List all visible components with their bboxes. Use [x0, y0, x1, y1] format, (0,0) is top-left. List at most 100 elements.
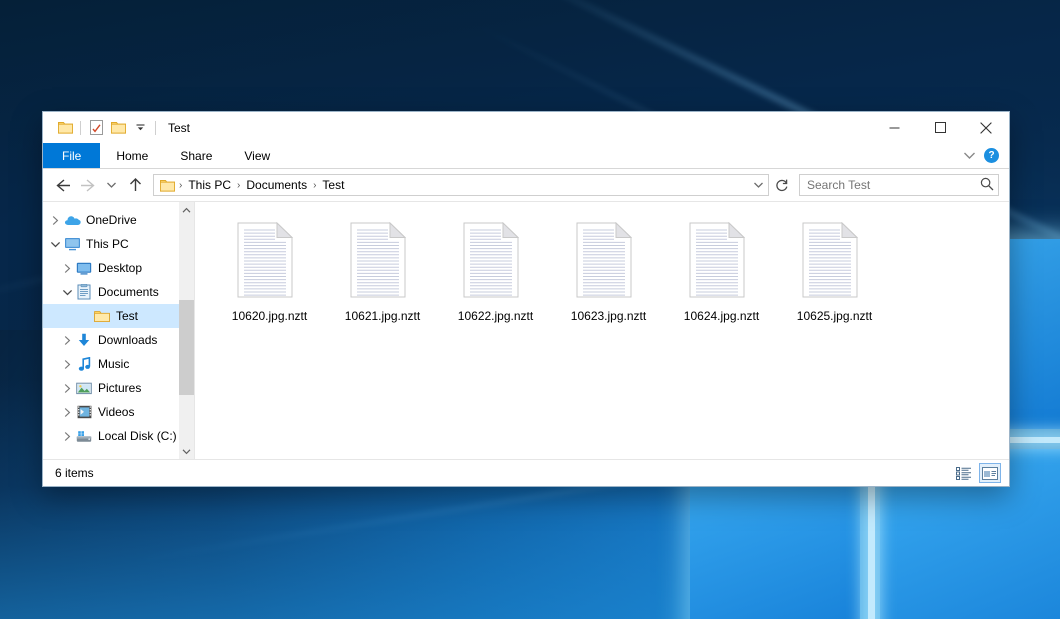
- maximize-button[interactable]: [917, 112, 963, 143]
- scroll-up-icon[interactable]: [179, 202, 194, 218]
- sidebar-item-music[interactable]: Music: [43, 352, 194, 376]
- details-view-button[interactable]: [953, 463, 975, 483]
- properties-icon[interactable]: [85, 117, 107, 139]
- generic-file-icon: [689, 222, 755, 302]
- address-folder-icon: [160, 179, 175, 192]
- file-name-label: 10623.jpg.nztt: [571, 309, 646, 323]
- view-mode-buttons: [953, 463, 1001, 483]
- tab-file[interactable]: File: [43, 143, 100, 168]
- sidebar-item-this-pc[interactable]: This PC: [43, 232, 194, 256]
- navigation-scrollbar[interactable]: [179, 202, 194, 459]
- sidebar-item-pictures[interactable]: Pictures: [43, 376, 194, 400]
- file-name-label: 10621.jpg.nztt: [345, 309, 420, 323]
- chevron-right-icon[interactable]: [59, 356, 75, 372]
- status-bar: 6 items: [43, 459, 1009, 486]
- item-count-label: 6 items: [55, 466, 94, 480]
- file-name-label: 10624.jpg.nztt: [684, 309, 759, 323]
- file-item[interactable]: 10625.jpg.nztt: [778, 216, 891, 323]
- sidebar-item-local-disk-c[interactable]: Local Disk (C:): [43, 424, 194, 448]
- chevron-right-icon[interactable]: [59, 260, 75, 276]
- music-icon: [75, 356, 93, 372]
- back-button[interactable]: [51, 173, 75, 197]
- sidebar-item-documents[interactable]: Documents: [43, 280, 194, 304]
- search-icon[interactable]: [980, 177, 994, 194]
- up-button[interactable]: [123, 173, 147, 197]
- help-icon[interactable]: ?: [984, 148, 999, 163]
- file-name-label: 10620.jpg.nztt: [232, 309, 307, 323]
- sidebar-item-test[interactable]: Test: [43, 304, 194, 328]
- file-list-view[interactable]: 10620.jpg.nztt 10621.jpg.nztt 10622.jpg.nz…: [195, 202, 1009, 459]
- breadcrumb-test[interactable]: Test: [318, 178, 348, 192]
- file-grid: 10620.jpg.nztt 10621.jpg.nztt 10622.jpg.nz…: [195, 202, 1009, 323]
- minimize-button[interactable]: [871, 112, 917, 143]
- toolbar-separator: [155, 121, 156, 135]
- sidebar-item-videos[interactable]: Videos: [43, 400, 194, 424]
- chevron-right-icon[interactable]: [59, 380, 75, 396]
- quick-access-toolbar: [43, 117, 160, 139]
- tab-share[interactable]: Share: [164, 143, 228, 168]
- chevron-right-icon[interactable]: [59, 428, 75, 444]
- title-bar: Test: [43, 112, 1009, 143]
- cloud-icon: [63, 212, 81, 228]
- address-toolbar: › This PC › Documents › Test: [43, 169, 1009, 201]
- generic-file-icon: [350, 222, 416, 302]
- chevron-right-icon[interactable]: [59, 404, 75, 420]
- recent-locations-chevron-icon[interactable]: [99, 173, 123, 197]
- breadcrumb-documents[interactable]: Documents: [242, 178, 311, 192]
- breadcrumb: › This PC › Documents › Test: [177, 178, 748, 192]
- file-item[interactable]: 10621.jpg.nztt: [326, 216, 439, 323]
- forward-button[interactable]: [75, 173, 99, 197]
- breadcrumb-separator: ›: [177, 180, 184, 191]
- file-item[interactable]: 10622.jpg.nztt: [439, 216, 552, 323]
- chevron-down-icon[interactable]: [47, 236, 63, 252]
- document-icon: [75, 284, 93, 300]
- monitor-icon: [63, 236, 81, 252]
- breadcrumb-this-pc[interactable]: This PC: [184, 178, 235, 192]
- sidebar-item-label: This PC: [86, 237, 129, 251]
- sidebar-item-label: Local Disk (C:): [98, 429, 177, 443]
- download-icon: [75, 332, 93, 348]
- chevron-placeholder: [77, 308, 93, 324]
- expand-ribbon-chevron-icon[interactable]: [963, 149, 976, 163]
- search-input[interactable]: [807, 178, 980, 192]
- file-name-label: 10622.jpg.nztt: [458, 309, 533, 323]
- chevron-right-icon[interactable]: [47, 212, 63, 228]
- drive-icon: [75, 428, 93, 444]
- generic-file-icon: [237, 222, 303, 302]
- sidebar-item-label: Documents: [98, 285, 159, 299]
- chevron-down-icon[interactable]: [129, 117, 151, 139]
- tab-home[interactable]: Home: [100, 143, 164, 168]
- large-icons-view-button[interactable]: [979, 463, 1001, 483]
- breadcrumb-separator: ›: [311, 180, 318, 191]
- sidebar-item-label: Pictures: [98, 381, 141, 395]
- file-item[interactable]: 10624.jpg.nztt: [665, 216, 778, 323]
- scrollbar-thumb[interactable]: [179, 300, 194, 395]
- sidebar-item-label: Music: [98, 357, 129, 371]
- search-box[interactable]: [799, 174, 999, 196]
- ribbon-tab-strip: File Home Share View ?: [43, 143, 1009, 169]
- folder-icon[interactable]: [54, 117, 76, 139]
- close-button[interactable]: [963, 112, 1009, 143]
- sidebar-item-label: Desktop: [98, 261, 142, 275]
- sidebar-item-onedrive[interactable]: OneDrive: [43, 208, 194, 232]
- chevron-right-icon[interactable]: [59, 332, 75, 348]
- refresh-icon[interactable]: [771, 174, 793, 196]
- tab-view[interactable]: View: [228, 143, 286, 168]
- sidebar-item-label: OneDrive: [86, 213, 137, 227]
- videos-icon: [75, 404, 93, 420]
- generic-file-icon: [802, 222, 868, 302]
- file-item[interactable]: 10620.jpg.nztt: [213, 216, 326, 323]
- sidebar-item-downloads[interactable]: Downloads: [43, 328, 194, 352]
- file-item[interactable]: 10623.jpg.nztt: [552, 216, 665, 323]
- address-bar[interactable]: › This PC › Documents › Test: [153, 174, 769, 196]
- desktop-icon: [75, 260, 93, 276]
- new-folder-icon[interactable]: [107, 117, 129, 139]
- sidebar-item-desktop[interactable]: Desktop: [43, 256, 194, 280]
- ribbon-right-controls: ?: [963, 143, 1009, 168]
- chevron-down-icon[interactable]: [59, 284, 75, 300]
- scroll-down-icon[interactable]: [179, 443, 194, 459]
- file-explorer-window: Test File Home Share View ?: [42, 111, 1010, 487]
- file-name-label: 10625.jpg.nztt: [797, 309, 872, 323]
- address-dropdown-chevron-icon[interactable]: [748, 175, 768, 195]
- navigation-pane: OneDrive This PC Desktop Documents TestDownl…: [43, 202, 195, 459]
